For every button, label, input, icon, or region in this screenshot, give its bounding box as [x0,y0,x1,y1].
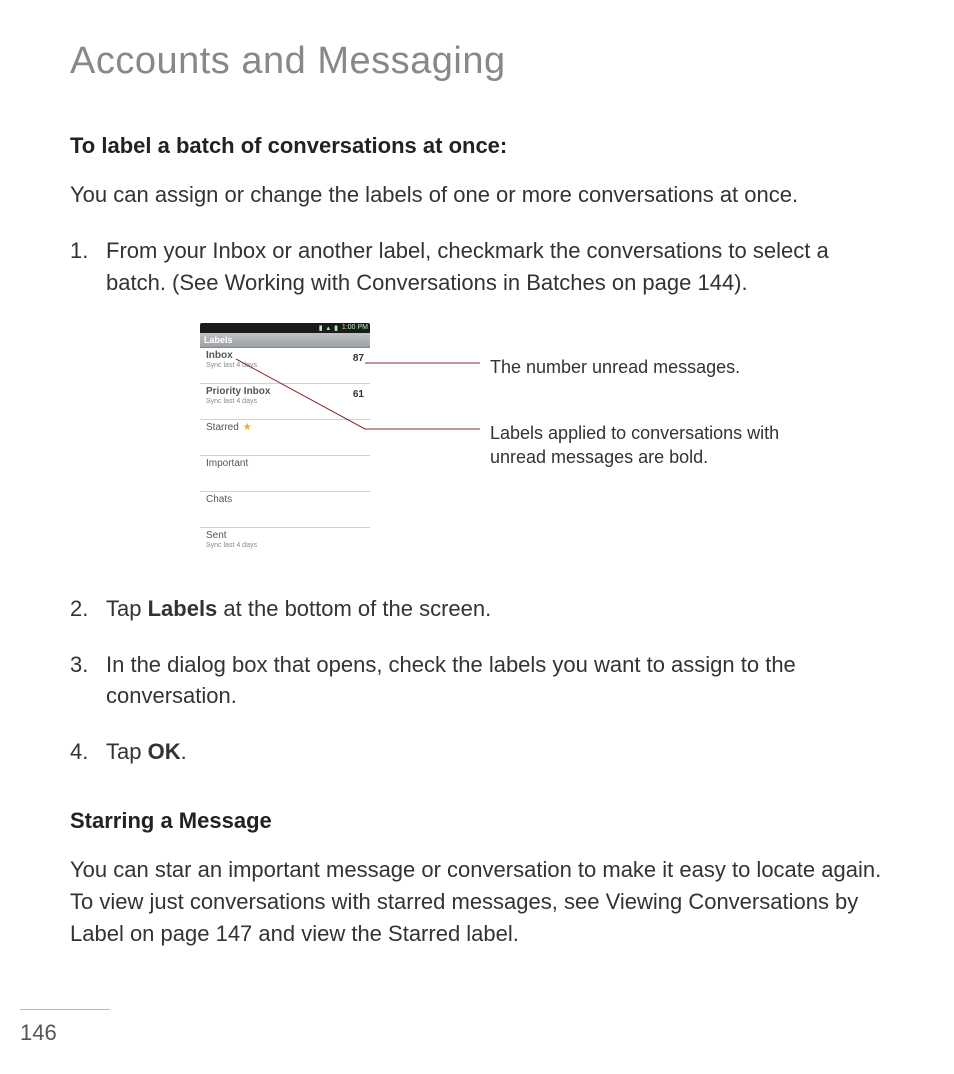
phone-label-row: Starred★ [200,420,370,456]
signal-icon: ▮ [319,324,323,332]
page-number: 146 [20,1009,110,1046]
sub-heading: To label a batch of conversations at onc… [70,133,884,159]
steps-list: From your Inbox or another label, checkm… [70,235,884,299]
step-1: From your Inbox or another label, checkm… [70,235,884,299]
step-4-post: . [181,739,187,764]
step-4: Tap OK. [70,736,884,768]
phone-label-row: SentSync last 4 days [200,528,370,553]
phone-label-row: Chats [200,492,370,528]
phone-label-row: Priority InboxSync last 4 days61 [200,384,370,420]
section-starring-heading: Starring a Message [70,808,884,834]
step-2-post: at the bottom of the screen. [217,596,491,621]
document-page: Accounts and Messaging To label a batch … [0,0,954,950]
page-title: Accounts and Messaging [70,40,884,83]
phone-status-bar: ▮ ▴ ▮ 1:00 PM [200,323,370,333]
step-3: In the dialog box that opens, check the … [70,649,884,713]
illustration: ▮ ▴ ▮ 1:00 PM Labels InboxSync last 4 da… [200,323,900,563]
wifi-icon: ▴ [327,324,331,332]
phone-screenshot: ▮ ▴ ▮ 1:00 PM Labels InboxSync last 4 da… [200,323,370,553]
status-time: 1:00 PM [342,324,368,331]
step-4-pre: Tap [106,739,148,764]
steps-list-cont: Tap Labels at the bottom of the screen. … [70,593,884,769]
intro-paragraph: You can assign or change the labels of o… [70,179,884,211]
step-2-pre: Tap [106,596,148,621]
phone-labels-list: InboxSync last 4 days87Priority InboxSyn… [200,348,370,553]
star-icon: ★ [243,422,252,433]
step-4-bold: OK [148,739,181,764]
phone-label-row: InboxSync last 4 days87 [200,348,370,384]
step-2-bold: Labels [148,596,218,621]
section-starring-body: You can star an important message or con… [70,854,884,950]
phone-labels-header: Labels [200,333,370,348]
annotation-unread-count: The number unread messages. [490,355,740,379]
battery-icon: ▮ [334,324,338,332]
step-2: Tap Labels at the bottom of the screen. [70,593,884,625]
annotation-bold-labels: Labels applied to conversations with unr… [490,421,830,470]
phone-label-row: Important [200,456,370,492]
